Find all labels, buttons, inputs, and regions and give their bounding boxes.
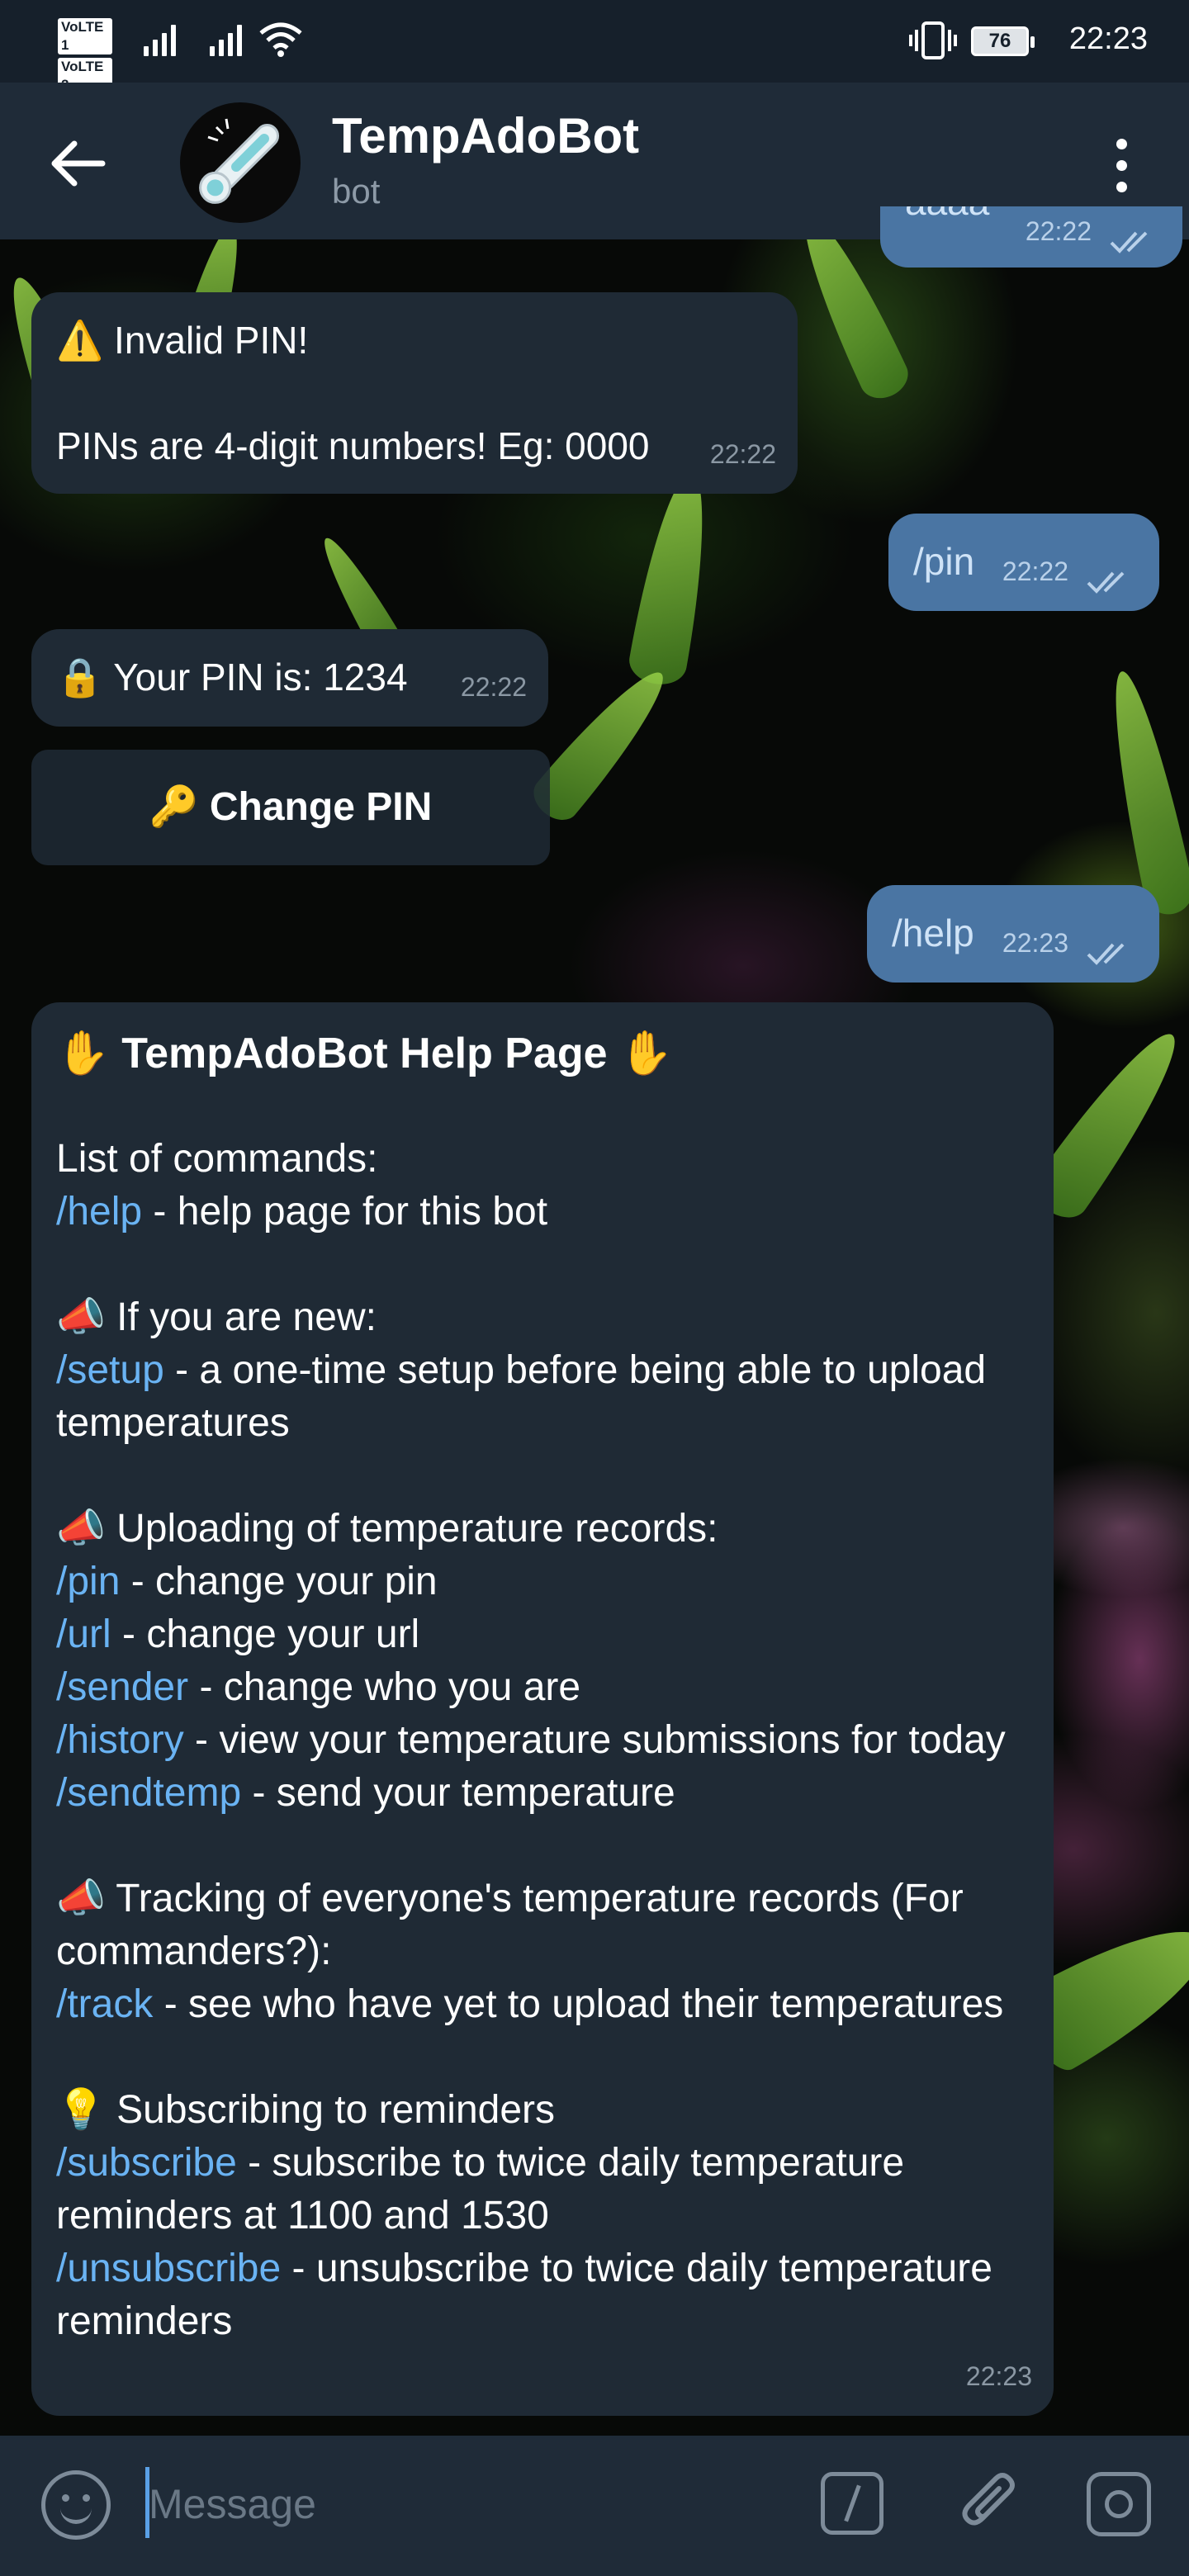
camera-icon[interactable] <box>1087 2472 1151 2536</box>
outgoing-message-pin[interactable]: /pin 22:22 <box>888 514 1159 611</box>
smile-icon[interactable] <box>41 2470 111 2540</box>
double-check-icon <box>1087 943 1125 965</box>
message-line: PINs are 4-digit numbers! Eg: 0000 <box>56 424 650 467</box>
status-bar: VoLTE 1 VoLTE 2 76 22:23 <box>0 0 1189 94</box>
command-description: - change your url <box>111 1612 420 1656</box>
slash-command-icon[interactable] <box>821 2472 883 2535</box>
help-heading: 📣 If you are new: <box>56 1295 377 1339</box>
pin-command-link[interactable]: /pin <box>56 1560 120 1603</box>
outgoing-message-partial[interactable]: aaaa 22:22 <box>880 206 1182 268</box>
wallpaper-leaf <box>625 466 721 689</box>
double-check-icon <box>1110 231 1148 253</box>
message-line: ⚠️ Invalid PIN! <box>56 319 309 362</box>
command-description: - change your pin <box>120 1560 438 1603</box>
double-check-icon <box>1087 571 1125 594</box>
message-text: aaaa <box>905 206 989 228</box>
vibrate-icon <box>909 21 957 59</box>
help-heading: 📣 Uploading of temperature records: <box>56 1507 718 1551</box>
track-command-link[interactable]: /track <box>56 1982 153 2026</box>
help-heading: 💡 Subscribing to reminders <box>56 2088 556 2132</box>
command-description: - see who have yet to upload their tempe… <box>153 1982 1004 2026</box>
clock: 22:23 <box>1068 21 1148 56</box>
command-description: - help page for this bot <box>142 1190 548 1234</box>
wifi-icon <box>259 22 302 57</box>
setup-command-link[interactable]: /setup <box>56 1348 164 1392</box>
message-text: /help <box>892 912 974 954</box>
message-text: /pin <box>913 540 975 583</box>
history-command-link[interactable]: /history <box>56 1718 184 1762</box>
help-heading: 📣 Tracking of everyone's temperature rec… <box>56 1877 964 1973</box>
more-vertical-icon[interactable] <box>1105 134 1138 200</box>
incoming-message-invalid-pin[interactable]: ⚠️ Invalid PIN! PINs are 4-digit numbers… <box>31 292 798 494</box>
sendtemp-command-link[interactable]: /sendtemp <box>56 1771 241 1815</box>
chat-subtitle: bot <box>332 172 381 211</box>
command-description: - change who you are <box>188 1665 581 1709</box>
unsubscribe-command-link[interactable]: /unsubscribe <box>56 2247 281 2290</box>
message-time: 22:22 <box>709 439 776 469</box>
outgoing-message-help[interactable]: /help 22:23 <box>867 885 1159 983</box>
help-command-link[interactable]: /help <box>56 1190 142 1234</box>
command-description: - send your temperature <box>241 1771 675 1815</box>
subscribe-command-link[interactable]: /subscribe <box>56 2141 237 2185</box>
volte-1-label: VoLTE 1 <box>58 18 112 54</box>
url-command-link[interactable]: /url <box>56 1612 111 1656</box>
message-input[interactable] <box>149 2469 776 2540</box>
sender-command-link[interactable]: /sender <box>56 1665 188 1709</box>
wallpaper-leaf <box>1097 666 1189 919</box>
back-arrow-icon[interactable] <box>45 130 111 197</box>
chat-title: TempAdoBot <box>332 108 640 163</box>
message-time: 22:22 <box>1002 556 1068 586</box>
message-text: 🔒 Your PIN is: 1234 <box>56 656 408 698</box>
message-time: 22:22 <box>460 672 527 702</box>
incoming-message-your-pin[interactable]: 🔒 Your PIN is: 1234 22:22 <box>31 629 548 727</box>
paperclip-icon[interactable] <box>958 2470 1024 2540</box>
battery-indicator: 76 <box>971 26 1035 56</box>
command-description: - view your temperature submissions for … <box>183 1718 1006 1762</box>
command-description: - a one-time setup before being able to … <box>56 1348 987 1445</box>
message-time: 22:23 <box>1002 928 1068 958</box>
change-pin-button[interactable]: 🔑 Change PIN <box>31 750 550 865</box>
signal-2-icon <box>210 23 242 56</box>
bot-avatar[interactable] <box>180 102 301 223</box>
help-heading: List of commands: <box>56 1137 378 1181</box>
incoming-message-help-page[interactable]: ✋ TempAdoBot Help Page ✋ List of command… <box>31 1002 1054 2416</box>
thermometer-icon <box>199 118 280 204</box>
message-time: 22:22 <box>1025 216 1092 246</box>
message-input-bar <box>0 2436 1189 2576</box>
message-time: 22:23 <box>965 2361 1032 2391</box>
signal-1-icon <box>144 23 176 56</box>
help-title: ✋ TempAdoBot Help Page ✋ <box>56 1030 673 1077</box>
